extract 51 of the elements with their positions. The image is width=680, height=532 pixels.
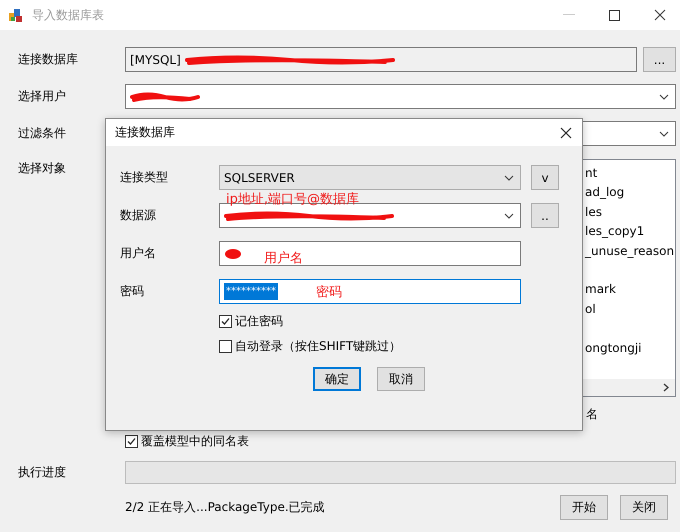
browse-button[interactable]: ... xyxy=(643,47,676,72)
checkbox[interactable] xyxy=(219,340,232,352)
close-icon[interactable] xyxy=(560,126,572,138)
type-dropdown[interactable]: SQLSERVER xyxy=(219,165,521,190)
field-label: 选择用户 xyxy=(18,88,67,105)
list-item[interactable]: ol xyxy=(585,302,596,316)
action-button[interactable]: 关闭 xyxy=(620,495,668,520)
field-label: 密码 xyxy=(120,283,145,300)
chevron-down-icon xyxy=(504,174,514,180)
chevron-down-icon xyxy=(504,212,514,218)
field-label: 连接数据库 xyxy=(18,51,79,68)
list-item[interactable]: _unuse_reason xyxy=(585,244,674,258)
annotation-text: 密码 xyxy=(316,284,342,300)
list-item[interactable]: nt xyxy=(585,166,598,180)
chevron-down-icon xyxy=(659,94,669,100)
scroll-right-icon[interactable] xyxy=(663,383,669,392)
user-dropdown[interactable] xyxy=(125,84,676,109)
cancel-button[interactable]: 取消 xyxy=(377,367,425,391)
list-item[interactable]: ongtongji xyxy=(585,340,642,355)
action-button[interactable]: 开始 xyxy=(560,495,608,520)
version-button[interactable]: v xyxy=(531,165,559,190)
checkbox-label: 记住密码 xyxy=(235,312,283,330)
list-item[interactable]: ad_log xyxy=(585,185,624,200)
status-text: 2/2 正在导入...PackageType.已完成 xyxy=(125,499,325,516)
close-icon[interactable] xyxy=(654,9,666,21)
ok-button[interactable]: 确定 xyxy=(313,367,361,391)
checkbox-label: 名 xyxy=(586,406,598,422)
connection-field[interactable]: [MYSQL] xyxy=(125,47,637,72)
list-item[interactable]: les xyxy=(585,204,602,219)
list-item[interactable]: mark xyxy=(585,282,616,296)
list-item[interactable]: les_copy1 xyxy=(585,224,644,238)
window-title: 导入数据库表 xyxy=(32,6,104,24)
field-label: 连接类型 xyxy=(120,169,169,186)
field-label: 选择对象 xyxy=(18,160,67,177)
field-label: 过滤条件 xyxy=(18,125,66,142)
annotation-text: ip地址,端口号@数据库 xyxy=(226,191,359,208)
checkbox-label: 覆盖模型中的同名表 xyxy=(141,432,249,450)
username-field[interactable]: 用户名 xyxy=(219,241,521,266)
field-label: 用户名 xyxy=(120,245,157,262)
maximize-icon[interactable] xyxy=(609,10,620,20)
checkbox[interactable] xyxy=(125,434,138,448)
app-icon xyxy=(8,7,24,23)
checkbox-label: 自动登录（按住SHIFT键跳过） xyxy=(235,338,402,354)
dialog-title: 连接数据库 xyxy=(115,124,175,141)
password-field[interactable]: ********** 密码 xyxy=(219,279,521,304)
field-label: 数据源 xyxy=(120,207,157,224)
checkbox[interactable] xyxy=(219,314,232,328)
field-label: 执行进度 xyxy=(18,464,67,481)
chevron-down-icon xyxy=(659,130,669,136)
browse-button[interactable]: .. xyxy=(531,203,559,228)
annotation-text: 用户名 xyxy=(264,250,303,266)
